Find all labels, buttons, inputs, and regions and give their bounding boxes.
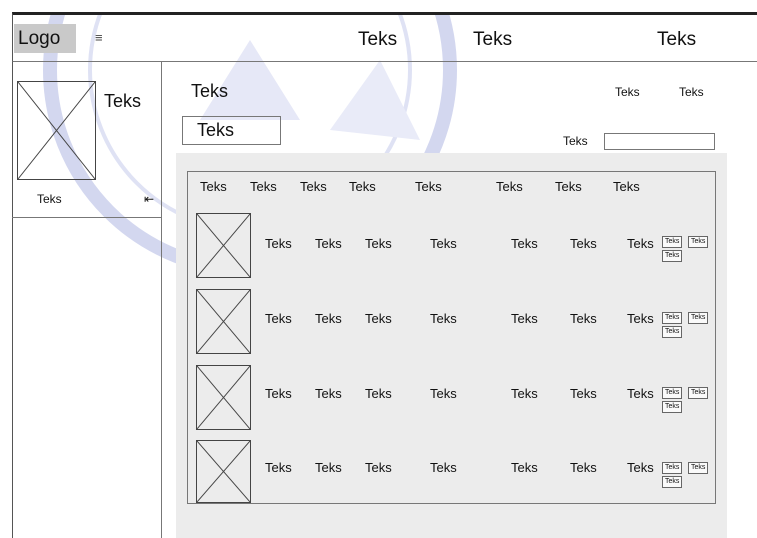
table-cell: Teks (265, 236, 292, 251)
table-cell: Teks (315, 236, 342, 251)
row-action-button[interactable]: Teks (662, 250, 683, 262)
row-image-placeholder (196, 440, 251, 503)
table-cell: Teks (570, 386, 597, 401)
hamburger-icon[interactable]: ≡ (95, 30, 103, 45)
nav-link-3[interactable]: Teks (657, 29, 696, 51)
table-cell: Teks (570, 311, 597, 326)
column-header: Teks (200, 179, 227, 194)
table-cell: Teks (365, 460, 392, 475)
row-action-button[interactable]: Teks (688, 462, 709, 474)
table-cell: Teks (430, 386, 457, 401)
table-cell: Teks (570, 236, 597, 251)
table-cell: Teks (265, 386, 292, 401)
data-table (187, 171, 716, 504)
table-cell: Teks (627, 386, 654, 401)
page-title: Teks (191, 81, 229, 101)
collapse-left-icon[interactable]: ⇤ (144, 192, 154, 206)
table-cell: Teks (511, 386, 538, 401)
table-cell: Teks (627, 236, 654, 251)
table-cell: Teks (511, 311, 538, 326)
row-action-button[interactable]: Teks (662, 236, 683, 248)
column-header: Teks (613, 179, 640, 194)
row-action-button[interactable]: Teks (662, 387, 683, 399)
table-cell: Teks (315, 460, 342, 475)
table-cell: Teks (430, 311, 457, 326)
column-header: Teks (250, 179, 277, 194)
column-header: Teks (555, 179, 582, 194)
table-cell: Teks (365, 236, 392, 251)
sidebar-title: Teks (104, 91, 142, 111)
search-input[interactable] (604, 133, 715, 150)
table-cell: Teks (365, 311, 392, 326)
table-cell: Teks (511, 236, 538, 251)
table-cell: Teks (430, 460, 457, 475)
search-label: Teks (563, 134, 588, 148)
row-image-placeholder (196, 289, 251, 354)
row-image-placeholder (196, 213, 251, 278)
row-action-button[interactable]: Teks (662, 476, 683, 488)
table-cell: Teks (627, 460, 654, 475)
subtitle-box[interactable]: Teks (182, 116, 281, 145)
column-header: Teks (300, 179, 327, 194)
row-action-button[interactable]: Teks (662, 401, 683, 413)
table-cell: Teks (570, 460, 597, 475)
row-image-placeholder (196, 365, 251, 430)
row-action-button[interactable]: Teks (688, 387, 709, 399)
column-header: Teks (496, 179, 523, 194)
row-action-button[interactable]: Teks (662, 462, 683, 474)
logo[interactable]: Logo (14, 24, 76, 53)
sidebar-divider (12, 217, 162, 218)
table-cell: Teks (315, 386, 342, 401)
table-cell: Teks (315, 311, 342, 326)
row-action-button[interactable]: Teks (662, 326, 683, 338)
sidebar-item-label[interactable]: Teks (37, 192, 62, 206)
table-cell: Teks (511, 460, 538, 475)
nav-link-2[interactable]: Teks (473, 29, 512, 51)
nav-link-1[interactable]: Teks (358, 29, 397, 51)
table-cell: Teks (430, 236, 457, 251)
column-header: Teks (349, 179, 376, 194)
table-cell: Teks (265, 311, 292, 326)
top-link-1[interactable]: Teks (615, 85, 640, 99)
row-action-button[interactable]: Teks (688, 312, 709, 324)
sidebar-image-placeholder (17, 81, 96, 180)
table-cell: Teks (265, 460, 292, 475)
table-cell: Teks (627, 311, 654, 326)
column-header: Teks (415, 179, 442, 194)
top-strip (0, 0, 757, 12)
row-action-button[interactable]: Teks (688, 236, 709, 248)
row-action-button[interactable]: Teks (662, 312, 683, 324)
top-link-2[interactable]: Teks (679, 85, 704, 99)
table-cell: Teks (365, 386, 392, 401)
